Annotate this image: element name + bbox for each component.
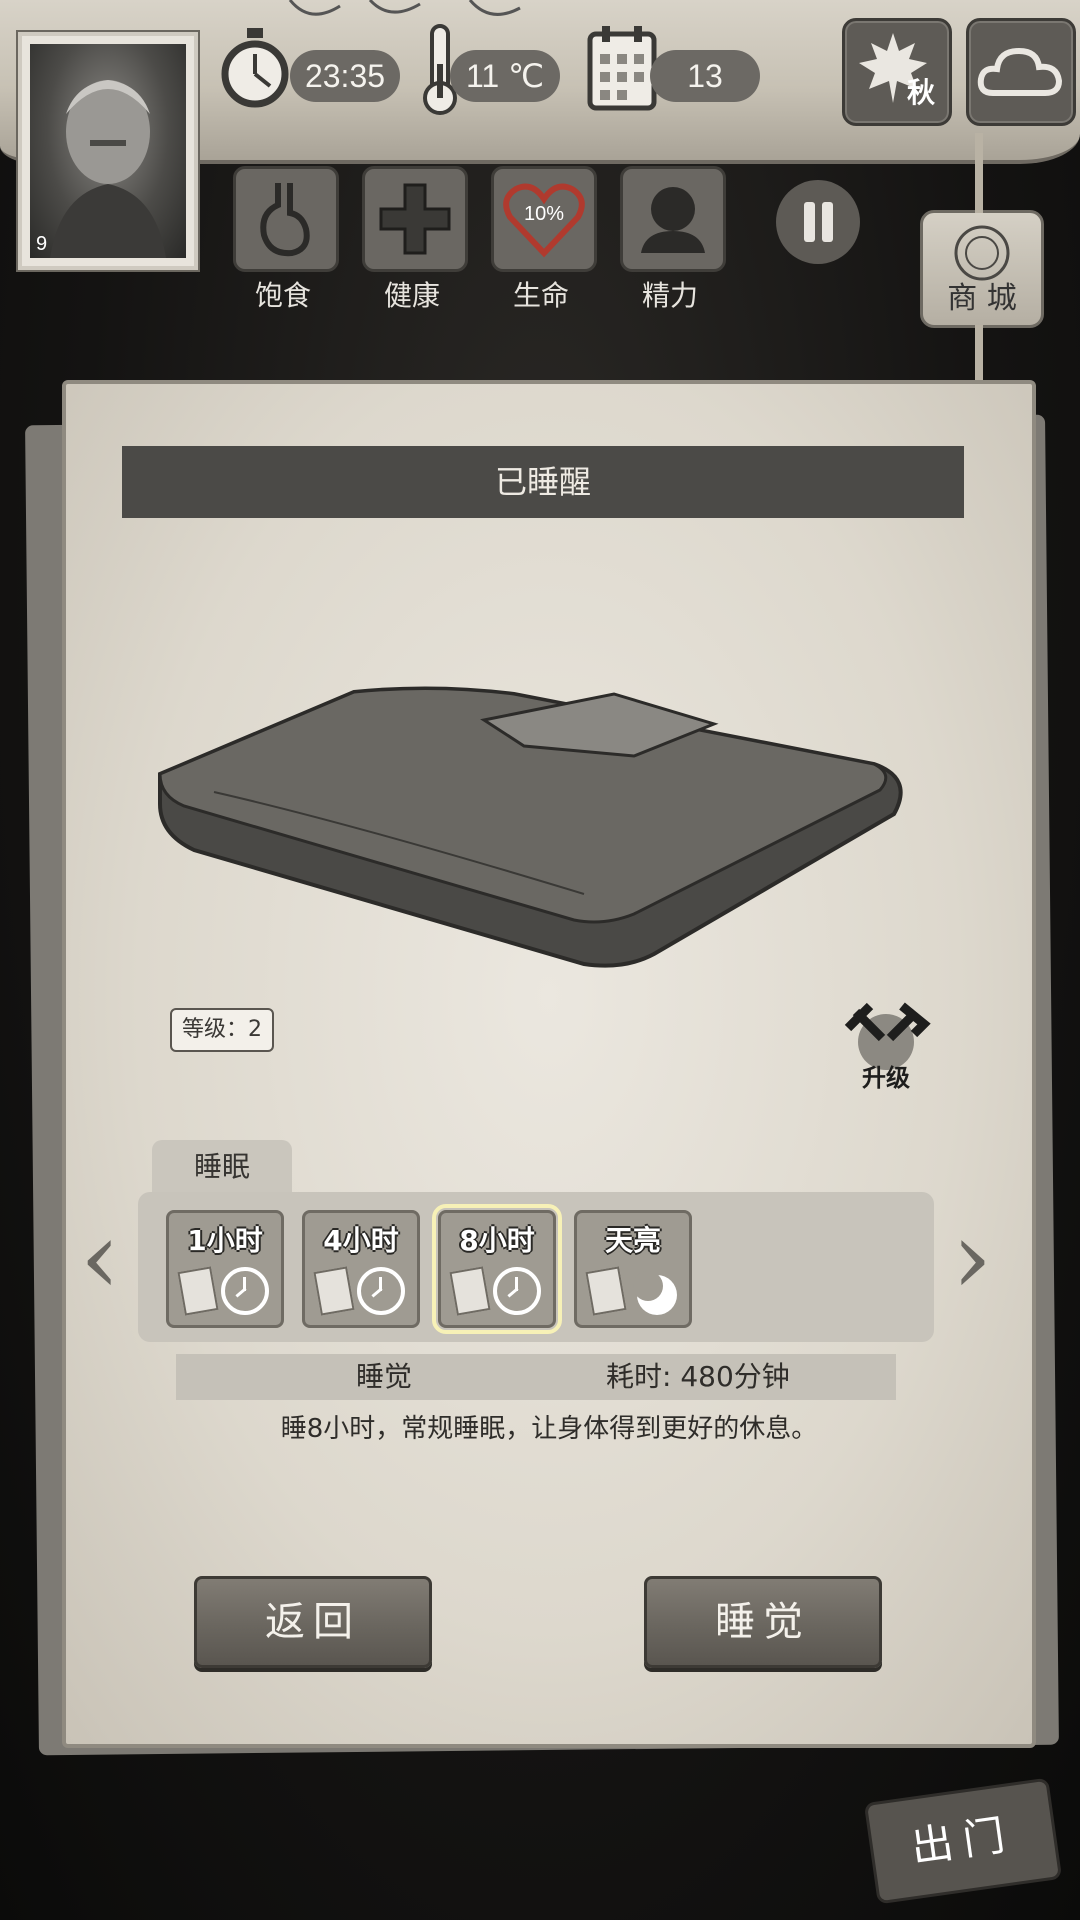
clock-icon bbox=[493, 1267, 541, 1315]
action-duration: 耗时: 480分钟 bbox=[606, 1360, 790, 1393]
action-info-bar: 睡觉 耗时: 480分钟 bbox=[176, 1354, 896, 1400]
card-icon bbox=[585, 1266, 627, 1316]
season-button[interactable]: 秋 bbox=[842, 18, 952, 126]
cloud-icon bbox=[977, 47, 1063, 96]
character-face-image bbox=[30, 44, 186, 258]
exit-button[interactable]: 出门 bbox=[863, 1777, 1063, 1905]
card-icon bbox=[449, 1266, 491, 1316]
hunger-button[interactable] bbox=[233, 166, 339, 272]
life-button[interactable]: 10% bbox=[491, 166, 597, 272]
stomach-icon bbox=[260, 183, 310, 257]
energy-label: 精力 bbox=[641, 279, 698, 312]
hunger-label: 饱食 bbox=[254, 279, 311, 312]
shop-rope-lower bbox=[975, 325, 983, 385]
option-label: 8小时 bbox=[459, 1224, 535, 1257]
person-icon bbox=[641, 187, 705, 253]
panel-title: 已睡醒 bbox=[122, 446, 964, 518]
shop-button[interactable]: 商 城 bbox=[920, 133, 1044, 385]
bed-image bbox=[158, 686, 903, 968]
life-label: 生命 bbox=[512, 279, 569, 312]
sleep-panel: 已睡醒 等级：2 升级 睡眠 ‹ › 1小时 4小时 8小时 天亮 睡觉 耗时:… bbox=[62, 380, 1036, 1748]
action-name: 睡觉 bbox=[356, 1360, 413, 1393]
option-until-dawn[interactable]: 天亮 bbox=[574, 1210, 692, 1328]
season-label: 秋 bbox=[906, 76, 935, 109]
card-icon bbox=[313, 1266, 355, 1316]
option-8-hours[interactable]: 8小时 bbox=[432, 1204, 562, 1334]
time-display: 23:35 bbox=[290, 50, 400, 102]
calendar-icon bbox=[587, 26, 657, 111]
back-button[interactable]: 返回 bbox=[194, 1576, 432, 1668]
health-label: 健康 bbox=[383, 279, 440, 312]
stopwatch-icon bbox=[221, 28, 289, 108]
health-button[interactable] bbox=[362, 166, 468, 272]
shop-rope bbox=[975, 133, 983, 213]
character-portrait[interactable]: 9 bbox=[18, 32, 198, 270]
life-percent: 10% bbox=[523, 203, 565, 225]
shop-label: 商 城 bbox=[947, 281, 1017, 316]
character-level: 9 bbox=[36, 233, 48, 255]
option-1-hour[interactable]: 1小时 bbox=[166, 1210, 284, 1328]
prev-arrow-icon[interactable]: ‹ bbox=[80, 1208, 120, 1308]
option-label: 4小时 bbox=[323, 1224, 399, 1257]
clock-icon bbox=[221, 1267, 269, 1315]
next-arrow-icon[interactable]: › bbox=[952, 1208, 992, 1308]
bed-level-badge: 等级：2 bbox=[170, 1008, 274, 1052]
tab-sleep[interactable]: 睡眠 bbox=[152, 1140, 292, 1194]
cross-icon bbox=[379, 183, 451, 255]
option-4-hours[interactable]: 4小时 bbox=[302, 1210, 420, 1328]
pause-button[interactable] bbox=[776, 180, 860, 264]
option-label: 1小时 bbox=[187, 1224, 263, 1257]
weather-button[interactable] bbox=[966, 18, 1076, 126]
day-counter: 13 bbox=[650, 50, 760, 102]
upgrade-label: 升级 bbox=[862, 1064, 910, 1092]
clock-icon bbox=[357, 1267, 405, 1315]
upgrade-button[interactable]: 升级 bbox=[838, 1000, 934, 1096]
card-icon bbox=[177, 1266, 219, 1316]
option-label: 天亮 bbox=[604, 1224, 661, 1257]
moon-icon bbox=[633, 1271, 677, 1315]
sleep-button[interactable]: 睡觉 bbox=[644, 1576, 882, 1668]
temperature-display: 11 ℃ bbox=[450, 50, 560, 102]
action-description: 睡8小时，常规睡眠，让身体得到更好的休息。 bbox=[280, 1414, 818, 1444]
energy-button[interactable] bbox=[620, 166, 726, 272]
